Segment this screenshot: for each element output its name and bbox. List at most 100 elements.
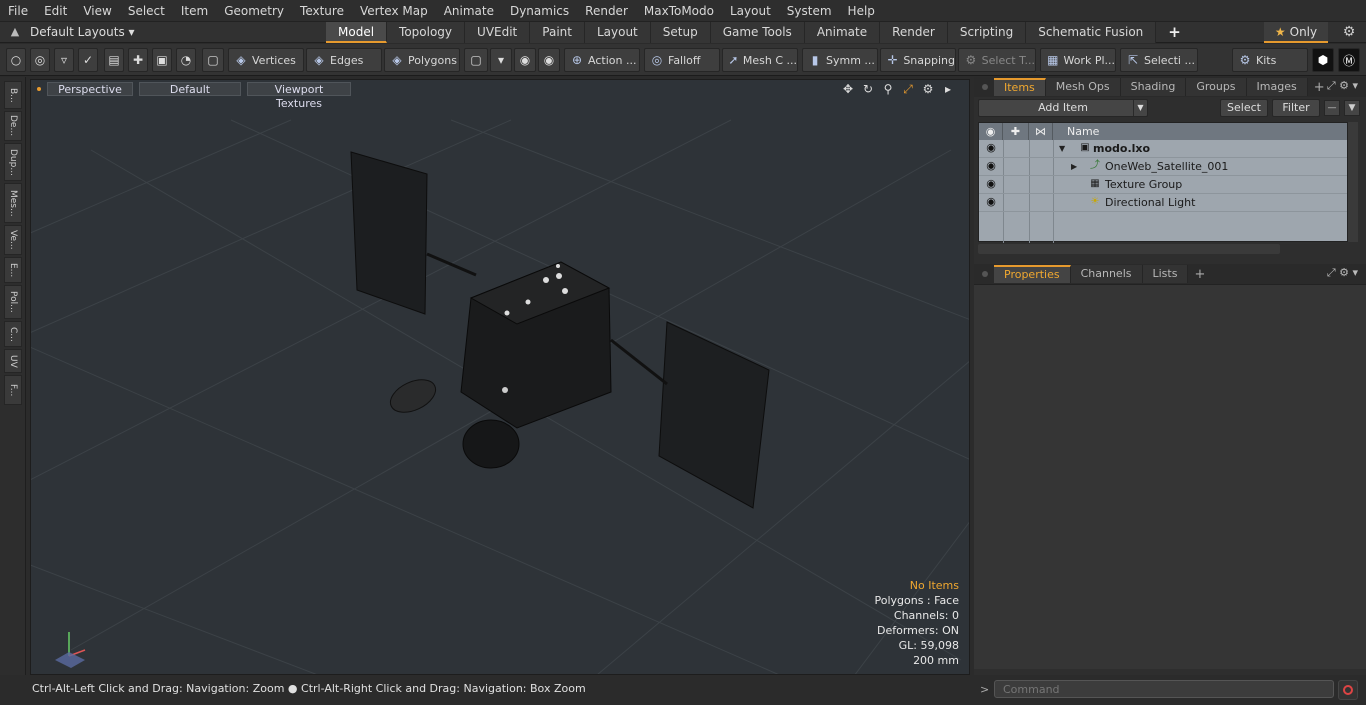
action-center-button[interactable]: ⊕ Action ... [564,48,640,72]
eye-icon[interactable]: ◉ [983,195,999,211]
tab-images[interactable]: Images [1246,78,1308,96]
menu-geometry[interactable]: Geometry [216,0,292,22]
tab-setup[interactable]: Setup [650,22,711,43]
tab-scripting[interactable]: Scripting [947,22,1027,43]
tab-items[interactable]: Items [994,78,1046,96]
snapping-button[interactable]: ✛ Snapping [880,48,956,72]
gear-icon[interactable]: ⚙ [1338,22,1360,43]
strip-tab-fusion[interactable]: F... [4,375,22,405]
menu-edit[interactable]: Edit [36,0,75,22]
tree-row-modo-lxo[interactable]: ◉ ▼ ▣ modo.lxo [979,140,1347,158]
shading-dropdown[interactable]: Default [139,82,241,96]
menu-help[interactable]: Help [840,0,883,22]
funnel-icon[interactable]: ▼ [1344,100,1360,116]
tree-row-satellite[interactable]: ◉ ▶ ⤴ OneWeb_Satellite_001 [979,158,1347,176]
menu-view[interactable]: View [75,0,119,22]
strip-tab-uv[interactable]: UV [4,349,22,373]
tab-render[interactable]: Render [880,22,948,43]
viewport-menu-dot[interactable] [37,87,41,91]
command-input[interactable] [994,680,1334,698]
tab-layout[interactable]: Layout [584,22,651,43]
strip-tab-deform[interactable]: De... [4,111,22,141]
strip-tab-basic[interactable]: B... [4,81,22,109]
filter-button[interactable]: Filter [1272,99,1320,117]
select-through-button[interactable]: ⚙ Select T... [958,48,1036,72]
vertices-button[interactable]: ◈ Vertices [228,48,304,72]
select-mode-button[interactable]: ○ [6,48,26,72]
tab-paint[interactable]: Paint [530,22,585,43]
menu-layout[interactable]: Layout [722,0,779,22]
strip-tab-edge[interactable]: E... [4,257,22,283]
align-button[interactable]: ▤ [104,48,124,72]
items-mode-button[interactable]: ▢ [202,48,224,72]
work-plane-button[interactable]: ▦ Work Pl... [1040,48,1116,72]
menu-render[interactable]: Render [577,0,636,22]
tab-topology[interactable]: Topology [387,22,466,43]
tab-mesh-ops[interactable]: Mesh Ops [1045,78,1121,96]
timer-button[interactable]: ◔ [176,48,196,72]
strip-tab-vertex[interactable]: Ve... [4,225,22,255]
menu-file[interactable]: File [0,0,36,22]
panel-menu-dot[interactable] [982,84,988,90]
tree-row-directional-light[interactable]: ◉ ☀ Directional Light [979,194,1347,212]
only-button[interactable]: ★ Only [1264,22,1328,43]
symmetry-shield-button[interactable]: ◉ [538,48,560,72]
visibility-column-icon[interactable]: ◉ [979,123,1003,140]
material-mode-button[interactable]: ▢ [464,48,488,72]
strip-tab-mesh-edit[interactable]: Mes... [4,183,22,223]
globe-button[interactable]: ◎ [30,48,50,72]
item-list-vscroll[interactable] [1348,122,1358,242]
tab-groups[interactable]: Groups [1186,78,1247,96]
frame-button[interactable]: ▣ [152,48,172,72]
menu-item[interactable]: Item [173,0,216,22]
render-column-icon[interactable]: ⋈ [1029,123,1053,140]
edges-button[interactable]: ◈ Edges [306,48,382,72]
symmetry-button[interactable]: ▮ Symm ... [802,48,878,72]
polygons-button[interactable]: ◈ Polygons [384,48,460,72]
menu-system[interactable]: System [779,0,840,22]
strip-tab-polygon[interactable]: Pol... [4,285,22,319]
chevron-down-icon[interactable]: ▼ [1133,100,1147,116]
eye-icon[interactable]: ◉ [983,177,999,193]
kits-button[interactable]: ⚙ Kits [1232,48,1308,72]
record-macro-button[interactable] [1338,680,1358,700]
tab-channels[interactable]: Channels [1070,265,1143,283]
menu-maxtomodo[interactable]: MaxToModo [636,0,722,22]
center-button[interactable]: ✚ [128,48,148,72]
falloff-button[interactable]: ◎ Falloff [644,48,720,72]
menu-dynamics[interactable]: Dynamics [502,0,577,22]
material-dropdown[interactable]: ▾ [490,48,512,72]
add-tab-icon[interactable]: + [1156,22,1193,43]
lock-column-icon[interactable]: ✚ [1003,123,1029,140]
select-button[interactable]: Select [1220,99,1268,117]
panel-options-icon[interactable]: ⤢ ⚙ ▾ [1327,266,1358,280]
unreal-button[interactable]: Ⓜ [1338,48,1360,72]
add-panel-tab-icon[interactable]: + [1314,80,1325,95]
default-layouts-dropdown[interactable]: Default Layouts ▾ [30,22,135,43]
strip-tab-duplicate[interactable]: Dup... [4,143,22,181]
perspective-dropdown[interactable]: Perspective [47,82,133,96]
snap-shield-button[interactable]: ◉ [514,48,536,72]
move-view-icon[interactable]: ✥ [841,82,855,97]
eye-icon[interactable]: ◉ [983,141,999,157]
viewport-textures-dropdown[interactable]: Viewport Textures [247,82,351,110]
collapse-icon[interactable]: ▲ [8,25,22,39]
selection-sets-button[interactable]: ⇱ Selecti ... [1120,48,1198,72]
tab-lists[interactable]: Lists [1142,265,1189,283]
add-panel-tab-icon[interactable]: + [1194,267,1205,282]
tab-properties[interactable]: Properties [994,265,1071,283]
collapse-toggle-icon[interactable]: ▶ [1071,158,1077,176]
viewport-settings-icon[interactable]: ⚙ [921,82,935,97]
panel-options-icon[interactable]: ⤢ ⚙ ▾ [1327,79,1358,93]
menu-select[interactable]: Select [120,0,173,22]
name-column-header[interactable]: Name [1053,123,1349,140]
menu-vertex-map[interactable]: Vertex Map [352,0,436,22]
add-item-button[interactable]: Add Item ▼ [978,99,1148,117]
menu-animate[interactable]: Animate [436,0,502,22]
3d-viewport[interactable]: Perspective Default Viewport Textures ✥ … [30,79,970,675]
tab-uvedit[interactable]: UVEdit [465,22,531,43]
item-list-hscroll[interactable] [978,244,1280,254]
strip-tab-curve[interactable]: C... [4,321,22,347]
tab-game-tools[interactable]: Game Tools [710,22,805,43]
tree-row-texture-group[interactable]: ◉ ▦ Texture Group [979,176,1347,194]
